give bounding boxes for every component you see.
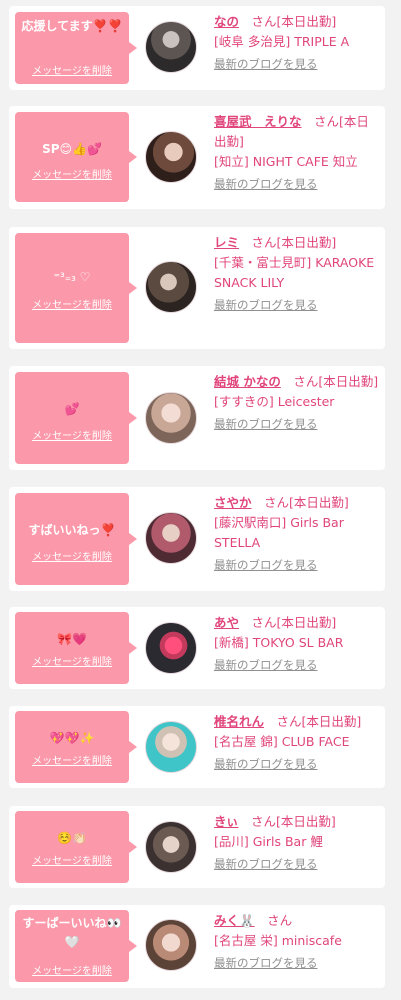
cast-card: 💕 メッセージを削除 結城 かなの さん[本日出勤] [すすきの] Leices… — [9, 366, 385, 470]
avatar[interactable] — [145, 721, 197, 773]
message-text: 💖💖✨ — [49, 731, 95, 745]
cast-info: 結城 かなの さん[本日出勤] [すすきの] Leicester 最新のブログを… — [214, 374, 380, 433]
shop-info: [すすきの] Leicester — [214, 394, 335, 409]
cast-card: すーぱーいいね👀🤍 メッセージを削除 みく🐰 さん [名古屋 栄] minisc… — [9, 905, 385, 988]
delete-message-link[interactable]: メッセージを削除 — [15, 300, 129, 312]
message-bubble: 応援してます❣️❣️ メッセージを削除 — [15, 12, 137, 84]
cast-info: 椎名れん さん[本日出勤] [名古屋 錦] CLUB FACE 最新のブログを見… — [214, 712, 380, 773]
cast-card: 💖💖✨ メッセージを削除 椎名れん さん[本日出勤] [名古屋 錦] CLUB … — [9, 706, 385, 788]
cast-name-link[interactable]: 椎名れん — [214, 714, 264, 729]
message-bubble: 💖💖✨ メッセージを削除 — [15, 711, 137, 783]
cast-card: 🎀💗 メッセージを削除 あや さん[本日出勤] [新橋] TOKYO SL BA… — [9, 607, 385, 689]
avatar[interactable] — [145, 21, 197, 73]
message-text: 💕 — [64, 402, 80, 416]
latest-blog-link[interactable]: 最新のブログを見る — [214, 296, 380, 314]
cast-name-link[interactable]: きぃ — [214, 814, 239, 829]
cast-card: ⁼³₌₃ ♡ メッセージを削除 レミ さん[本日出勤] [千葉・富士見町] KA… — [9, 227, 385, 349]
avatar[interactable] — [145, 131, 197, 183]
latest-blog-link[interactable]: 最新のブログを見る — [214, 415, 380, 433]
cast-info: あや さん[本日出勤] [新橋] TOKYO SL BAR 最新のブログを見る — [214, 613, 380, 674]
latest-blog-link[interactable]: 最新のブログを見る — [214, 656, 380, 674]
message-bubble: ⁼³₌₃ ♡ メッセージを削除 — [15, 233, 137, 343]
message-bubble: すばいいねっ❣️ メッセージを削除 — [15, 493, 137, 585]
cast-card: SP😊👍💕 メッセージを削除 喜屋武 えりな さん[本日出勤] [知立] NIG… — [9, 106, 385, 209]
delete-message-link[interactable]: メッセージを削除 — [15, 756, 129, 768]
avatar[interactable] — [145, 622, 197, 674]
shop-info: [名古屋 栄] miniscafe — [214, 933, 342, 948]
cast-name-link[interactable]: あや — [214, 615, 239, 630]
cast-info: レミ さん[本日出勤] [千葉・富士見町] KARAOKE SNACK LILY… — [214, 233, 380, 314]
latest-blog-link[interactable]: 最新のブログを見る — [214, 55, 380, 73]
message-text: SP😊👍💕 — [42, 142, 102, 156]
latest-blog-link[interactable]: 最新のブログを見る — [214, 954, 380, 972]
cast-name-link[interactable]: みく🐰 — [214, 913, 255, 928]
message-bubble: 🎀💗 メッセージを削除 — [15, 612, 137, 684]
delete-message-link[interactable]: メッセージを削除 — [15, 431, 129, 443]
message-text: 応援してます❣️❣️ — [21, 19, 123, 33]
message-bubble: 💕 メッセージを削除 — [15, 372, 137, 464]
cast-name-link[interactable]: さやか — [214, 495, 252, 510]
shop-info: [新橋] TOKYO SL BAR — [214, 635, 344, 650]
message-text: ⁼³₌₃ ♡ — [53, 270, 91, 284]
cast-name-link[interactable]: 結城 かなの — [214, 374, 281, 389]
shop-info: [知立] NIGHT CAFE 知立 — [214, 154, 358, 169]
message-bubble: SP😊👍💕 メッセージを削除 — [15, 112, 137, 202]
cast-card: ☺️👏🏻 メッセージを削除 きぃ さん[本日出勤] [品川] Girls Bar… — [9, 806, 385, 888]
delete-message-link[interactable]: メッセージを削除 — [15, 170, 129, 182]
shop-info: [藤沢駅南口] Girls Bar STELLA — [214, 515, 344, 550]
cast-info: さやか さん[本日出勤] [藤沢駅南口] Girls Bar STELLA 最新… — [214, 493, 380, 574]
cast-card: すばいいねっ❣️ メッセージを削除 さやか さん[本日出勤] [藤沢駅南口] G… — [9, 487, 385, 591]
shop-info: [千葉・富士見町] KARAOKE SNACK LILY — [214, 255, 375, 290]
cast-info: 喜屋武 えりな さん[本日出勤] [知立] NIGHT CAFE 知立 最新のブ… — [214, 112, 380, 193]
latest-blog-link[interactable]: 最新のブログを見る — [214, 556, 380, 574]
cast-info: なの さん[本日出勤] [岐阜 多治見] TRIPLE A 最新のブログを見る — [214, 12, 380, 73]
latest-blog-link[interactable]: 最新のブログを見る — [214, 855, 380, 873]
shop-info: [岐阜 多治見] TRIPLE A — [214, 34, 350, 49]
avatar[interactable] — [145, 392, 197, 444]
avatar[interactable] — [145, 261, 197, 313]
avatar[interactable] — [145, 919, 197, 971]
latest-blog-link[interactable]: 最新のブログを見る — [214, 175, 380, 193]
message-text: ☺️👏🏻 — [57, 831, 87, 845]
message-text: すばいいねっ❣️ — [28, 523, 116, 537]
avatar[interactable] — [145, 821, 197, 873]
cast-name-link[interactable]: 喜屋武 えりな — [214, 114, 302, 129]
latest-blog-link[interactable]: 最新のブログを見る — [214, 755, 380, 773]
cast-info: きぃ さん[本日出勤] [品川] Girls Bar 鯉 最新のブログを見る — [214, 812, 380, 873]
cast-info: みく🐰 さん [名古屋 栄] miniscafe 最新のブログを見る — [214, 911, 380, 972]
cast-name-link[interactable]: レミ — [214, 235, 239, 250]
delete-message-link[interactable]: メッセージを削除 — [15, 657, 129, 669]
message-bubble: ☺️👏🏻 メッセージを削除 — [15, 811, 137, 883]
avatar[interactable] — [145, 512, 197, 564]
cast-name-link[interactable]: なの — [214, 14, 239, 29]
cast-card: 応援してます❣️❣️ メッセージを削除 なの さん[本日出勤] [岐阜 多治見]… — [9, 6, 385, 90]
delete-message-link[interactable]: メッセージを削除 — [15, 856, 129, 868]
delete-message-link[interactable]: メッセージを削除 — [15, 966, 129, 978]
message-text: すーぱーいいね👀🤍 — [22, 916, 122, 949]
shop-info: [品川] Girls Bar 鯉 — [214, 834, 323, 849]
shop-info: [名古屋 錦] CLUB FACE — [214, 734, 350, 749]
delete-message-link[interactable]: メッセージを削除 — [15, 66, 129, 78]
message-text: 🎀💗 — [57, 632, 87, 646]
message-bubble: すーぱーいいね👀🤍 メッセージを削除 — [15, 910, 137, 982]
delete-message-link[interactable]: メッセージを削除 — [15, 552, 129, 564]
